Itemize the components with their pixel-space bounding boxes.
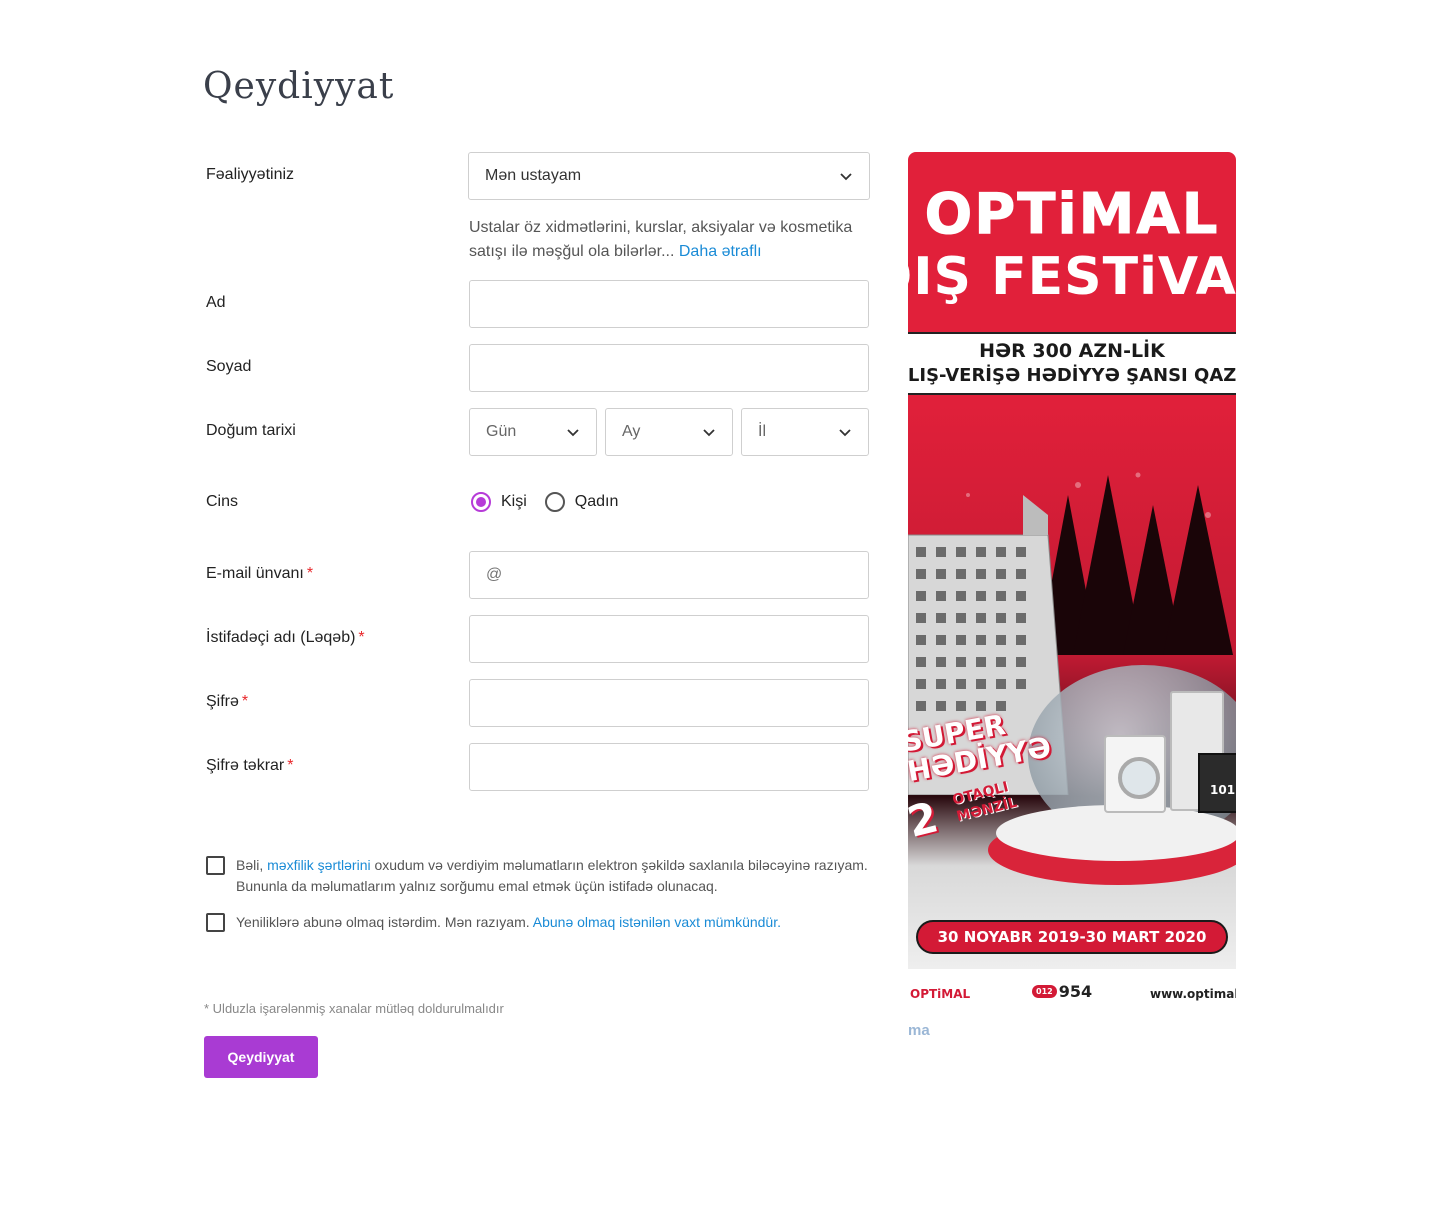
terms-consent-prefix: Bəli, bbox=[236, 857, 264, 873]
terms-consent-checkbox[interactable] bbox=[206, 856, 225, 875]
banner-subline-2: ALIŞ-VERİŞƏ HƏDİYYƏ ŞANSI QAZAN bbox=[908, 365, 1236, 386]
last-name-input[interactable] bbox=[470, 345, 868, 391]
required-mark: * bbox=[287, 757, 294, 774]
banner-header: OPTiMAL QIŞ FESTiVALI bbox=[908, 152, 1236, 332]
banner-dates: 30 NOYABR 2019-30 MART 2020 bbox=[916, 920, 1228, 954]
birth-month-placeholder: Ay bbox=[622, 423, 641, 440]
footer-phone-number: 954 bbox=[1058, 982, 1093, 1001]
footer-phone-prefix: 012 bbox=[1032, 985, 1057, 998]
email-input[interactable] bbox=[470, 552, 868, 598]
chevron-down-icon bbox=[703, 429, 715, 437]
tv-label: 101 bbox=[1210, 783, 1236, 797]
unsubscribe-info-link[interactable]: Abunə olmaq istənilən vaxt mümkündür. bbox=[533, 914, 781, 930]
email-label: E-mail ünvanı * bbox=[206, 565, 313, 583]
footer-brand: OPTiMAL bbox=[910, 987, 971, 1001]
gender-male-label[interactable]: Kişi bbox=[501, 493, 527, 511]
newsletter-consent-text: Yeniliklərə abunə olmaq istərdim. Mən ra… bbox=[236, 912, 781, 933]
newsletter-consent-label: Yeniliklərə abunə olmaq istərdim. Mən ra… bbox=[236, 914, 530, 930]
username-label-text: İstifadəçi adı (Ləqəb) bbox=[206, 629, 356, 646]
email-field[interactable] bbox=[469, 551, 869, 599]
terms-consent-line2: Bununla da məlumatlarım yalnız sorğumu e… bbox=[236, 878, 718, 894]
birth-year-select[interactable]: İl bbox=[741, 408, 869, 456]
password-repeat-input[interactable] bbox=[470, 744, 868, 790]
password-repeat-label-text: Şifrə təkrar bbox=[206, 757, 285, 774]
register-button[interactable]: Qeydiyyat bbox=[204, 1036, 318, 1078]
chevron-down-icon bbox=[840, 173, 852, 181]
banner-tail-text: ma bbox=[908, 1022, 930, 1039]
gender-female-radio[interactable] bbox=[544, 492, 565, 512]
page-title: Qeydiyyat bbox=[203, 66, 395, 107]
newsletter-consent-checkbox[interactable] bbox=[206, 913, 225, 932]
newsletter-consent-row: Yeniliklərə abunə olmaq istərdim. Mən ra… bbox=[206, 912, 886, 933]
password-label: Şifrə * bbox=[206, 693, 248, 711]
email-label-text: E-mail ünvanı bbox=[206, 565, 304, 582]
terms-consent-text: Bəli, məxfilik şərtlərini oxudum və verd… bbox=[236, 855, 868, 897]
gender-male-radio[interactable] bbox=[471, 492, 491, 512]
required-mark: * bbox=[306, 565, 314, 582]
username-field[interactable] bbox=[469, 615, 869, 663]
activity-select[interactable]: Mən ustayam bbox=[468, 152, 870, 200]
activity-hint-text: Ustalar öz xidmətlərini, kurslar, aksiya… bbox=[469, 219, 853, 260]
required-footnote: * Ulduzla işarələnmiş xanalar mütləq dol… bbox=[204, 1001, 504, 1016]
gender-female-label[interactable]: Qadın bbox=[575, 493, 619, 511]
first-name-field[interactable] bbox=[469, 280, 869, 328]
password-repeat-field[interactable] bbox=[469, 743, 869, 791]
banner-footer: OPTiMAL 012 954 www.optimal.az bbox=[908, 969, 1236, 1020]
banner-headline: QIŞ FESTiVALI bbox=[908, 247, 1236, 307]
password-label-text: Şifrə bbox=[206, 693, 239, 710]
terms-consent-row: Bəli, məxfilik şərtlərini oxudum və verd… bbox=[206, 855, 886, 897]
birth-date-label: Doğum tarixi bbox=[206, 422, 296, 439]
footer-url: www.optimal.az bbox=[1150, 987, 1236, 1001]
chevron-down-icon bbox=[567, 429, 579, 437]
last-name-label: Soyad bbox=[206, 358, 252, 375]
platform-top-image bbox=[996, 805, 1236, 861]
gender-radio-group: Kişi Qadın bbox=[471, 492, 636, 512]
banner-subheadline: HƏR 300 AZN-LİK ALIŞ-VERİŞƏ HƏDİYYƏ ŞANS… bbox=[908, 332, 1236, 395]
terms-consent-suffix: oxudum və verdiyim məlumatların elektron… bbox=[374, 857, 868, 873]
last-name-field[interactable] bbox=[469, 344, 869, 392]
username-input[interactable] bbox=[470, 616, 868, 662]
birth-day-placeholder: Gün bbox=[486, 423, 517, 440]
washing-machine-image bbox=[1104, 735, 1166, 813]
chevron-down-icon bbox=[839, 429, 851, 437]
activity-select-value: Mən ustayam bbox=[485, 167, 582, 184]
first-name-input[interactable] bbox=[470, 281, 868, 327]
banner-brand: OPTiMAL bbox=[924, 182, 1220, 248]
birth-day-select[interactable]: Gün bbox=[469, 408, 597, 456]
banner-subline-1: HƏR 300 AZN-LİK bbox=[979, 340, 1165, 362]
required-mark: * bbox=[358, 629, 365, 646]
more-info-link[interactable]: Daha ətraflı bbox=[679, 243, 762, 260]
privacy-terms-link[interactable]: məxfilik şərtlərini bbox=[267, 857, 370, 873]
password-input[interactable] bbox=[470, 680, 868, 726]
required-mark: * bbox=[241, 693, 249, 710]
footer-phone: 012 954 bbox=[1032, 982, 1092, 1001]
activity-hint: Ustalar öz xidmətlərini, kurslar, aksiya… bbox=[469, 216, 869, 264]
birth-year-placeholder: İl bbox=[758, 423, 766, 440]
password-repeat-label: Şifrə təkrar * bbox=[206, 757, 293, 775]
promo-banner[interactable]: OPTiMAL QIŞ FESTiVALI HƏR 300 AZN-LİK AL… bbox=[908, 152, 1236, 1020]
username-label: İstifadəçi adı (Ləqəb) * bbox=[206, 629, 365, 647]
first-name-label: Ad bbox=[206, 294, 226, 311]
activity-label: Fəaliyyətiniz bbox=[206, 166, 295, 183]
password-field[interactable] bbox=[469, 679, 869, 727]
gender-label: Cins bbox=[206, 493, 239, 510]
birth-month-select[interactable]: Ay bbox=[605, 408, 733, 456]
banner-scene: 101 SUPER HƏDİYYƏ 2 OTAQLI MƏNZİL 30 NOY… bbox=[908, 395, 1236, 969]
